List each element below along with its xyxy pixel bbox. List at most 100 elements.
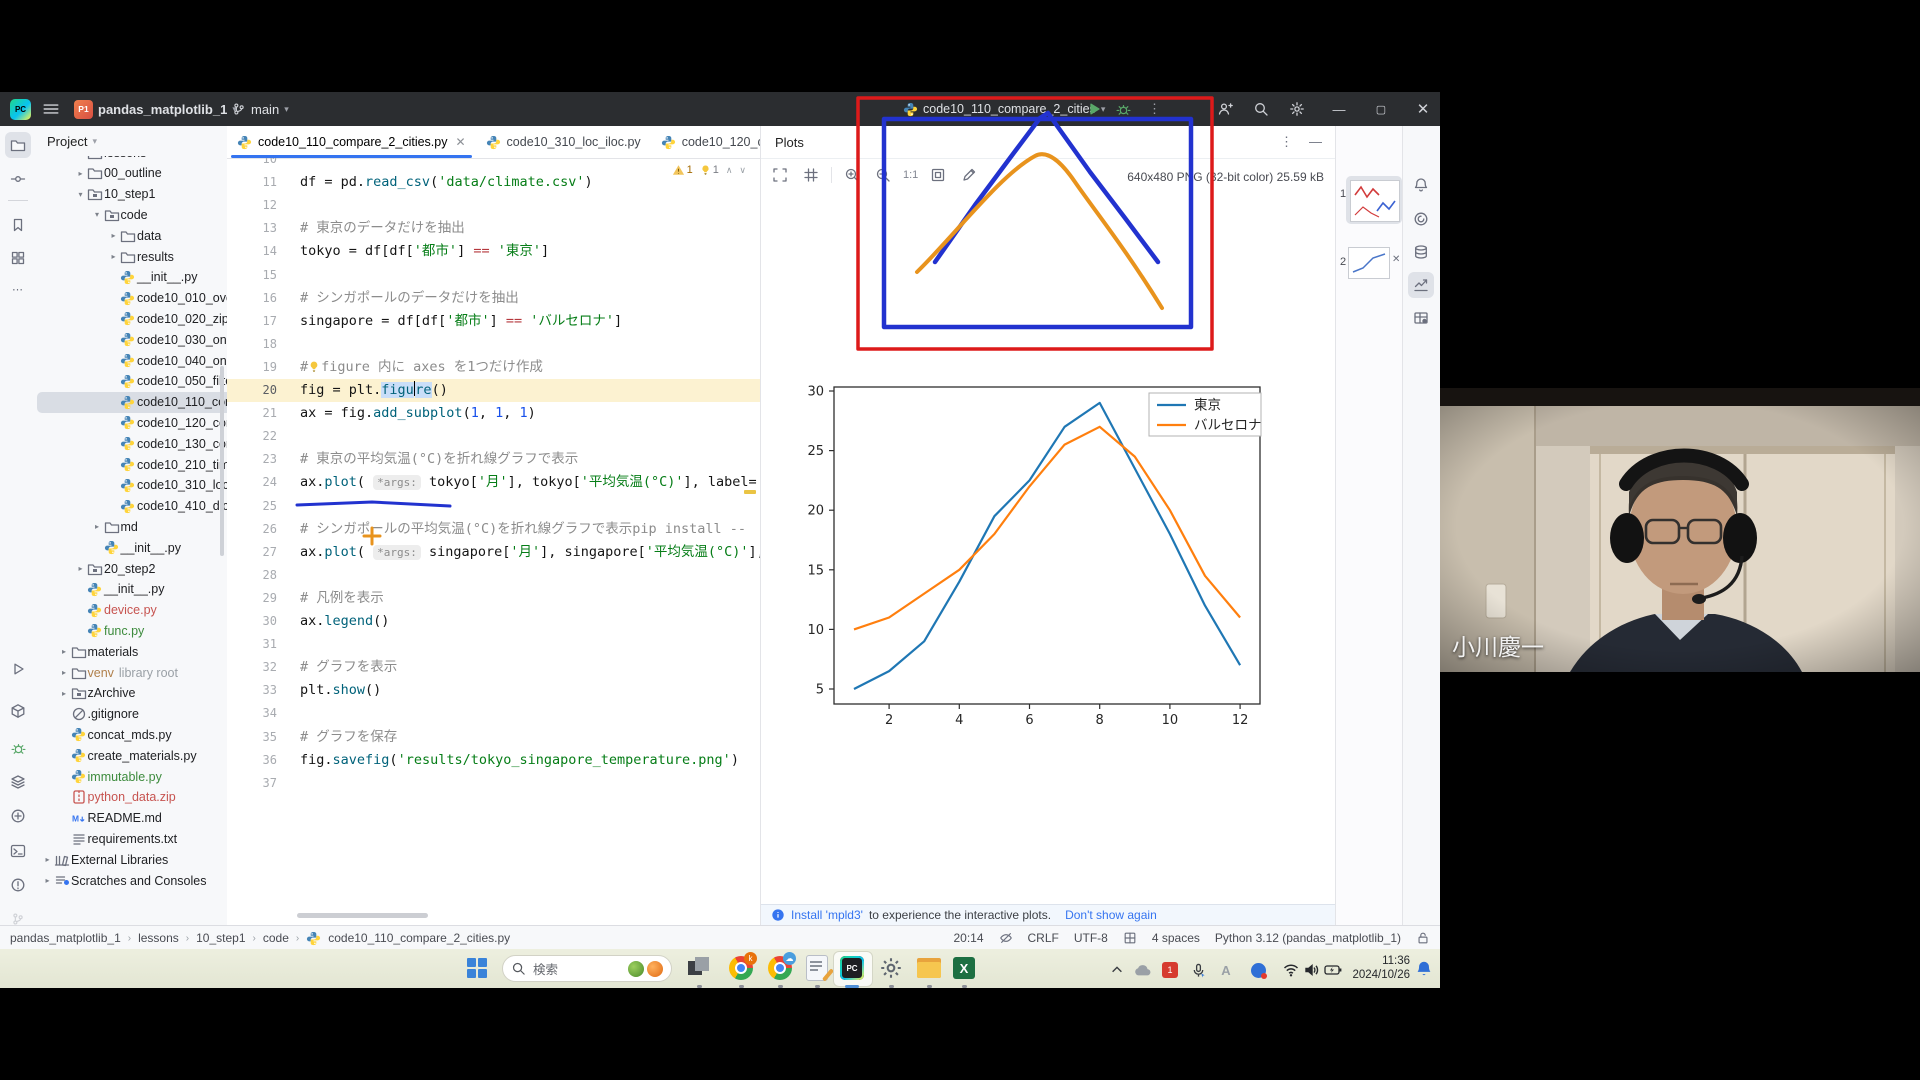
tree-item[interactable]: code10_050_filter.py bbox=[37, 371, 227, 392]
tree-item[interactable]: code10_010_overview bbox=[37, 288, 227, 309]
onedrive-cloud-icon[interactable] bbox=[1133, 960, 1153, 980]
ime-indicator[interactable]: A bbox=[1216, 960, 1236, 980]
more-icon[interactable]: ⋮ bbox=[1280, 134, 1293, 150]
edit-externally-icon[interactable] bbox=[958, 164, 980, 186]
tree-item[interactable]: ▸zArchive bbox=[37, 683, 227, 704]
chevron-collapsed-icon[interactable]: ▸ bbox=[74, 169, 87, 178]
commit-tool-icon[interactable] bbox=[5, 166, 31, 192]
actual-size-icon[interactable] bbox=[927, 164, 949, 186]
breadcrumb-item[interactable]: pandas_matplotlib_1 bbox=[10, 931, 121, 945]
chevron-collapsed-icon[interactable]: ▸ bbox=[58, 668, 71, 677]
settings-icon[interactable] bbox=[1282, 92, 1312, 126]
code-with-me-icon[interactable] bbox=[1210, 92, 1240, 126]
volume-icon[interactable] bbox=[1302, 960, 1322, 980]
tree-item[interactable]: requirements.txt bbox=[37, 828, 227, 849]
notifications-tool-icon[interactable] bbox=[1408, 172, 1434, 198]
project-panel-header[interactable]: Project ▾ bbox=[47, 134, 97, 149]
python-packages-tool-icon[interactable] bbox=[5, 698, 31, 724]
indent-setting[interactable]: 4 spaces bbox=[1152, 931, 1200, 945]
debug-tool-tool-icon[interactable] bbox=[5, 735, 31, 761]
zoom-out-icon[interactable] bbox=[872, 164, 894, 186]
app-indicator-icon[interactable] bbox=[1248, 960, 1268, 980]
column-selection-icon[interactable] bbox=[1123, 931, 1137, 945]
tree-item[interactable]: code10_110_compar bbox=[37, 392, 227, 413]
taskbar-app-explorer[interactable] bbox=[914, 953, 944, 983]
intention-bulb-icon[interactable] bbox=[308, 360, 321, 373]
project-tool-icon[interactable] bbox=[5, 132, 31, 158]
breadcrumb-item[interactable]: code bbox=[263, 931, 289, 945]
dont-show-again-link[interactable]: Don't show again bbox=[1065, 908, 1157, 922]
tree-item[interactable]: ▸External Libraries bbox=[37, 849, 227, 870]
tree-item[interactable]: code10_210_timeshe bbox=[37, 454, 227, 475]
breadcrumb-item[interactable]: lessons bbox=[138, 931, 179, 945]
plots-tool-tool-icon[interactable] bbox=[1408, 272, 1434, 298]
services-tool-icon[interactable] bbox=[5, 769, 31, 795]
breadcrumb-item[interactable]: code10_110_compare_2_cities.py bbox=[328, 931, 510, 945]
tree-item[interactable]: __init__.py bbox=[37, 537, 227, 558]
breadcrumb-item[interactable]: 10_step1 bbox=[196, 931, 245, 945]
install-mpld3-link[interactable]: Install 'mpld3' bbox=[791, 908, 863, 922]
problems-tool-icon[interactable] bbox=[5, 872, 31, 898]
taskbar-app-settings[interactable] bbox=[876, 953, 906, 983]
pixel-grid-icon[interactable] bbox=[800, 164, 822, 186]
zoom-ratio-label[interactable]: 1:1 bbox=[903, 164, 918, 186]
close-button[interactable]: ✕ bbox=[1408, 92, 1438, 126]
tree-item[interactable]: ▸data bbox=[37, 225, 227, 246]
taskbar-app-chrome-cloud[interactable]: ☁ bbox=[765, 953, 795, 983]
chevron-collapsed-icon[interactable]: ▸ bbox=[58, 689, 71, 698]
tree-item[interactable]: code10_030_online.p bbox=[37, 329, 227, 350]
more-options-icon[interactable]: ⋮ bbox=[1148, 92, 1161, 126]
close-tab-icon[interactable]: ✕ bbox=[455, 135, 465, 149]
search-everywhere-icon[interactable] bbox=[1246, 92, 1276, 126]
tree-scrollbar[interactable] bbox=[220, 366, 224, 556]
chevron-collapsed-icon[interactable]: ▸ bbox=[74, 564, 87, 573]
minimize-button[interactable]: — bbox=[1324, 92, 1354, 126]
tree-item[interactable]: device.py bbox=[37, 600, 227, 621]
reader-mode-icon[interactable] bbox=[999, 931, 1013, 945]
tree-item[interactable]: ▸venvlibrary root bbox=[37, 662, 227, 683]
tree-item[interactable]: func.py bbox=[37, 620, 227, 641]
ai-assistant-tool-icon[interactable] bbox=[1408, 206, 1434, 232]
close-thumbnail-icon[interactable]: ✕ bbox=[1392, 254, 1400, 265]
taskbar-app-desktop[interactable] bbox=[684, 953, 714, 983]
taskbar-app-notepad[interactable] bbox=[802, 953, 832, 983]
bookmarks-tool-icon[interactable] bbox=[5, 212, 31, 238]
maximize-button[interactable]: ▢ bbox=[1366, 92, 1396, 126]
tree-item[interactable]: ▸00_outline bbox=[37, 163, 227, 184]
caret-position[interactable]: 20:14 bbox=[953, 931, 983, 945]
tree-item[interactable]: __init__.py bbox=[37, 579, 227, 600]
tree-item[interactable]: concat_mds.py bbox=[37, 724, 227, 745]
tab-code10_310_loc_iloc.py[interactable]: code10_310_loc_iloc.py bbox=[476, 126, 651, 158]
tree-item[interactable]: MREADME.md bbox=[37, 808, 227, 829]
tree-item[interactable]: code10_120_compar bbox=[37, 412, 227, 433]
version-control-tool-icon[interactable] bbox=[5, 906, 31, 925]
tree-item[interactable]: ▸materials bbox=[37, 641, 227, 662]
database-tool-icon[interactable] bbox=[1408, 239, 1434, 265]
chevron-collapsed-icon[interactable]: ▸ bbox=[91, 522, 104, 531]
run-button[interactable] bbox=[1086, 92, 1102, 126]
battery-icon[interactable] bbox=[1323, 960, 1343, 980]
tree-item[interactable]: __init__.py bbox=[37, 267, 227, 288]
tree-item[interactable]: .gitignore bbox=[37, 704, 227, 725]
code-area[interactable]: 1011df = pd.read_csv('data/climate.csv')… bbox=[227, 158, 760, 925]
taskbar-app-excel[interactable]: X bbox=[949, 953, 979, 983]
tree-item[interactable]: ▸md bbox=[37, 516, 227, 537]
structure-tool-icon[interactable] bbox=[5, 245, 31, 271]
tab-code10_120_compa[interactable]: code10_120_compa bbox=[651, 126, 760, 158]
line-separator[interactable]: CRLF bbox=[1028, 931, 1059, 945]
more-tool-icon[interactable]: ⋯ bbox=[5, 277, 31, 303]
taskbar-app-pycharm[interactable]: PC bbox=[837, 953, 867, 983]
meetings-tool-icon[interactable] bbox=[5, 803, 31, 829]
tree-item[interactable]: ▸20_step2 bbox=[37, 558, 227, 579]
lock-icon[interactable] bbox=[1416, 931, 1430, 945]
taskbar-app-chrome-k[interactable]: k bbox=[726, 953, 756, 983]
chevron-collapsed-icon[interactable]: ▸ bbox=[107, 231, 120, 240]
tree-item[interactable]: ▸Scratches and Consoles bbox=[37, 870, 227, 891]
plot-thumbnail-1[interactable] bbox=[1346, 176, 1402, 224]
debug-button[interactable] bbox=[1116, 92, 1131, 126]
editor-hscrollbar[interactable] bbox=[297, 913, 428, 918]
calendar-badge-icon[interactable]: 1 bbox=[1160, 960, 1180, 980]
run-tool-icon[interactable] bbox=[5, 656, 31, 682]
chevron-collapsed-icon[interactable]: ▸ bbox=[41, 855, 54, 864]
tree-item[interactable]: ▾code bbox=[37, 204, 227, 225]
